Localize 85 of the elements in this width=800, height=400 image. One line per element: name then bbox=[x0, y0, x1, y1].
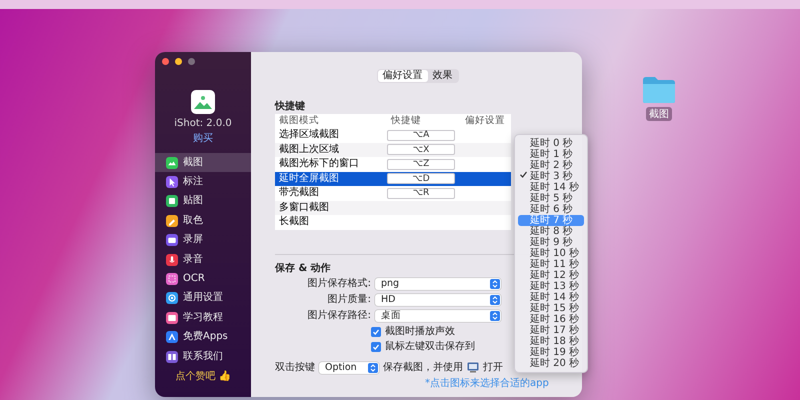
dropdown[interactable]: HD bbox=[375, 294, 501, 306]
section-title: 快捷键 bbox=[275, 101, 305, 113]
sidebar-item[interactable]: 免费Apps bbox=[155, 328, 251, 347]
menu-item[interactable]: 延时 1 秒 bbox=[518, 149, 584, 160]
field-label: 图片保存格式: bbox=[306, 278, 372, 290]
sidebar-item[interactable]: 联系我们 bbox=[155, 346, 251, 366]
sidebar-item[interactable]: 录屏 bbox=[155, 230, 251, 250]
menu-item[interactable]: 延时 17 秒 bbox=[518, 325, 584, 336]
menu-item[interactable]: 延时 15 秒 bbox=[518, 303, 584, 314]
menu-item[interactable]: 延时 14 秒 bbox=[518, 182, 584, 193]
sidebar-item[interactable]: 学习教程 bbox=[155, 308, 251, 328]
dropdown[interactable]: png bbox=[375, 278, 501, 290]
menu-item[interactable]: 延时 19 秒 bbox=[518, 347, 584, 358]
menu-item[interactable]: 延时 20 秒 bbox=[518, 358, 584, 369]
dropdown[interactable]: Option bbox=[319, 362, 379, 374]
table-cell-text: 延时全屏截图 bbox=[278, 172, 340, 185]
menu-item[interactable]: 延时 5 秒 bbox=[518, 193, 584, 204]
menu-item[interactable]: 延时 3 秒 bbox=[518, 171, 584, 182]
menu-item[interactable]: 延时 2 秒 bbox=[518, 160, 584, 171]
table-row[interactable]: 延时全屏截图 ⌥D bbox=[275, 172, 511, 186]
table-row[interactable]: 截图光标下的窗口 ⌥Z bbox=[275, 157, 511, 172]
table-cell-text: 截图上次区域 bbox=[278, 144, 340, 156]
table-cell-text: 选择区域截图 bbox=[278, 129, 340, 142]
menu-item[interactable]: 延时 18 秒 bbox=[518, 336, 584, 347]
menu-item[interactable]: 延时 11 秒 bbox=[518, 259, 584, 270]
column-header: 截图模式 bbox=[278, 115, 320, 127]
shortcut-field[interactable]: ⌥X bbox=[387, 144, 455, 156]
column-header: 偏好设置 bbox=[464, 115, 506, 127]
stepper-icon bbox=[490, 278, 500, 288]
sidebar-item[interactable]: 标注 bbox=[155, 172, 251, 192]
field-label: 图片保存路径: bbox=[306, 310, 372, 322]
like-prompt: 点个赞吧 👍 bbox=[175, 371, 231, 383]
zoom-icon[interactable] bbox=[188, 58, 195, 65]
table-row[interactable]: 多窗口截图 bbox=[275, 200, 511, 215]
shortcut-field[interactable]: ⌥A bbox=[387, 130, 455, 141]
buy-link[interactable]: 购买 bbox=[193, 133, 213, 145]
stepper-icon bbox=[490, 310, 500, 320]
shortcut-field[interactable]: ⌥Z bbox=[387, 158, 455, 170]
menu-item[interactable]: 延时 6 秒 bbox=[518, 204, 584, 215]
hint-text: *点击图标来选择合适的app bbox=[425, 378, 549, 390]
table-row[interactable]: 长截图 bbox=[275, 215, 511, 230]
close-icon[interactable] bbox=[162, 58, 169, 65]
sidebar-item[interactable]: 贴图 bbox=[155, 192, 251, 212]
sidebar-item[interactable]: OCR bbox=[155, 269, 251, 289]
checkbox[interactable] bbox=[371, 326, 381, 336]
table-cell-text: 长截图 bbox=[278, 216, 310, 228]
sidebar-item[interactable]: 通用设置 bbox=[155, 288, 251, 308]
menu-item[interactable]: 延时 13 秒 bbox=[518, 281, 584, 292]
field-label: 双击按键 bbox=[275, 362, 315, 374]
menu-item[interactable]: 延时 10 秒 bbox=[518, 248, 584, 259]
dropdown[interactable]: 桌面 bbox=[375, 310, 501, 322]
checkbox[interactable] bbox=[371, 342, 381, 352]
menu-item[interactable]: 延时 8 秒 bbox=[518, 226, 584, 237]
field-label: 图片质量: bbox=[326, 294, 372, 306]
minimize-icon[interactable] bbox=[175, 58, 182, 65]
checkbox-label: 鼠标左键双击保存到 bbox=[385, 340, 475, 352]
menu-item[interactable]: 延时 0 秒 bbox=[518, 138, 584, 149]
menu-item[interactable]: 延时 12 秒 bbox=[518, 270, 584, 281]
section-title: 保存 & 动作 bbox=[275, 262, 331, 274]
sidebar-item[interactable]: 录音 bbox=[155, 250, 251, 270]
table-cell-text: 带壳截图 bbox=[278, 187, 320, 200]
stepper-icon bbox=[368, 362, 378, 372]
table-row[interactable]: 截图上次区域 ⌥X bbox=[275, 142, 511, 157]
sidebar-item[interactable]: 截图 bbox=[155, 153, 251, 172]
mountain-image-icon bbox=[191, 90, 215, 114]
menu-item[interactable]: 延时 14 秒 bbox=[518, 292, 584, 303]
shortcut-field[interactable]: ⌥D bbox=[387, 173, 455, 184]
shortcut-field[interactable]: ⌥R bbox=[387, 188, 455, 199]
checkbox-label: 截图时播放声效 bbox=[385, 326, 455, 338]
table-row[interactable]: 带壳截图 ⌥R bbox=[275, 186, 511, 200]
table-row[interactable]: 选择区域截图 ⌥A bbox=[275, 128, 511, 142]
menu-item[interactable]: 延时 16 秒 bbox=[518, 314, 584, 325]
folder-label: 截图 bbox=[646, 107, 672, 121]
action-text: 保存截图，并使用 bbox=[383, 362, 463, 374]
app-picker-icon[interactable] bbox=[467, 362, 479, 373]
menu-item[interactable]: 延时 9 秒 bbox=[518, 237, 584, 248]
tab[interactable]: 效果 bbox=[428, 70, 458, 82]
app-version: iShot: 2.0.0 bbox=[174, 118, 232, 130]
table-cell-text: 截图光标下的窗口 bbox=[278, 158, 360, 170]
table-cell-text: 多窗口截图 bbox=[278, 202, 330, 214]
action-text: 打开 bbox=[483, 362, 503, 374]
column-header: 快捷键 bbox=[390, 115, 422, 127]
sidebar-item[interactable]: 取色 bbox=[155, 211, 251, 231]
tab[interactable]: 偏好设置 bbox=[378, 70, 428, 82]
stepper-icon bbox=[490, 294, 500, 304]
